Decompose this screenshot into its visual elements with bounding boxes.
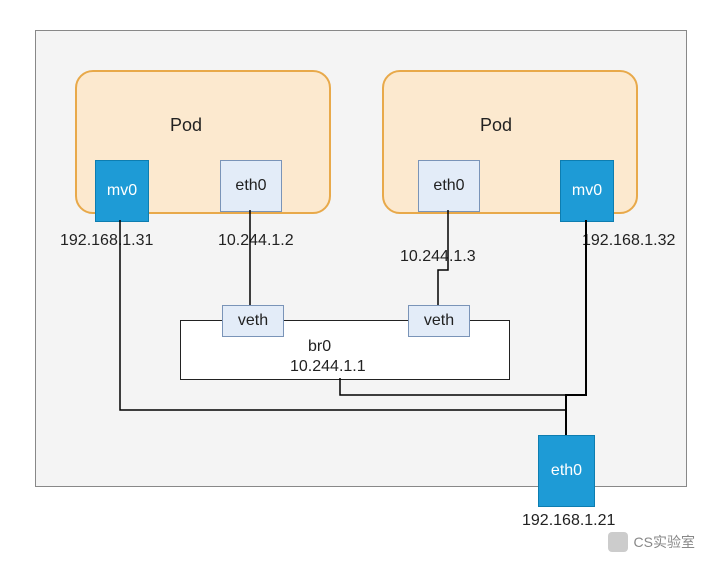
pod-2-label: Pod [480, 115, 512, 136]
wechat-icon [608, 532, 628, 552]
eth0-pod1-label: eth0 [235, 177, 266, 195]
watermark: CS实验室 [608, 532, 695, 552]
mv0-left-label: mv0 [107, 182, 137, 200]
ip-eth0-host: 192.168.1.21 [522, 512, 615, 530]
br0-ip: 10.244.1.1 [290, 358, 366, 376]
ip-mv0-left: 192.168.1.31 [60, 232, 153, 250]
ip-eth0-pod1: 10.244.1.2 [218, 232, 294, 250]
eth0-pod2-label: eth0 [433, 177, 464, 195]
veth-right: veth [408, 305, 470, 337]
mv0-left: mv0 [95, 160, 149, 222]
pod-1-label: Pod [170, 115, 202, 136]
mv0-right-label: mv0 [572, 182, 602, 200]
ip-eth0-pod2: 10.244.1.3 [400, 248, 476, 266]
veth-left: veth [222, 305, 284, 337]
br0-label: br0 [308, 338, 331, 356]
veth-left-label: veth [238, 312, 268, 330]
eth0-pod2: eth0 [418, 160, 480, 212]
eth0-host: eth0 [538, 435, 595, 507]
ip-mv0-right: 192.168.1.32 [582, 232, 675, 250]
veth-right-label: veth [424, 312, 454, 330]
eth0-pod1: eth0 [220, 160, 282, 212]
eth0-host-label: eth0 [551, 462, 582, 480]
watermark-text: CS实验室 [634, 532, 695, 552]
mv0-right: mv0 [560, 160, 614, 222]
